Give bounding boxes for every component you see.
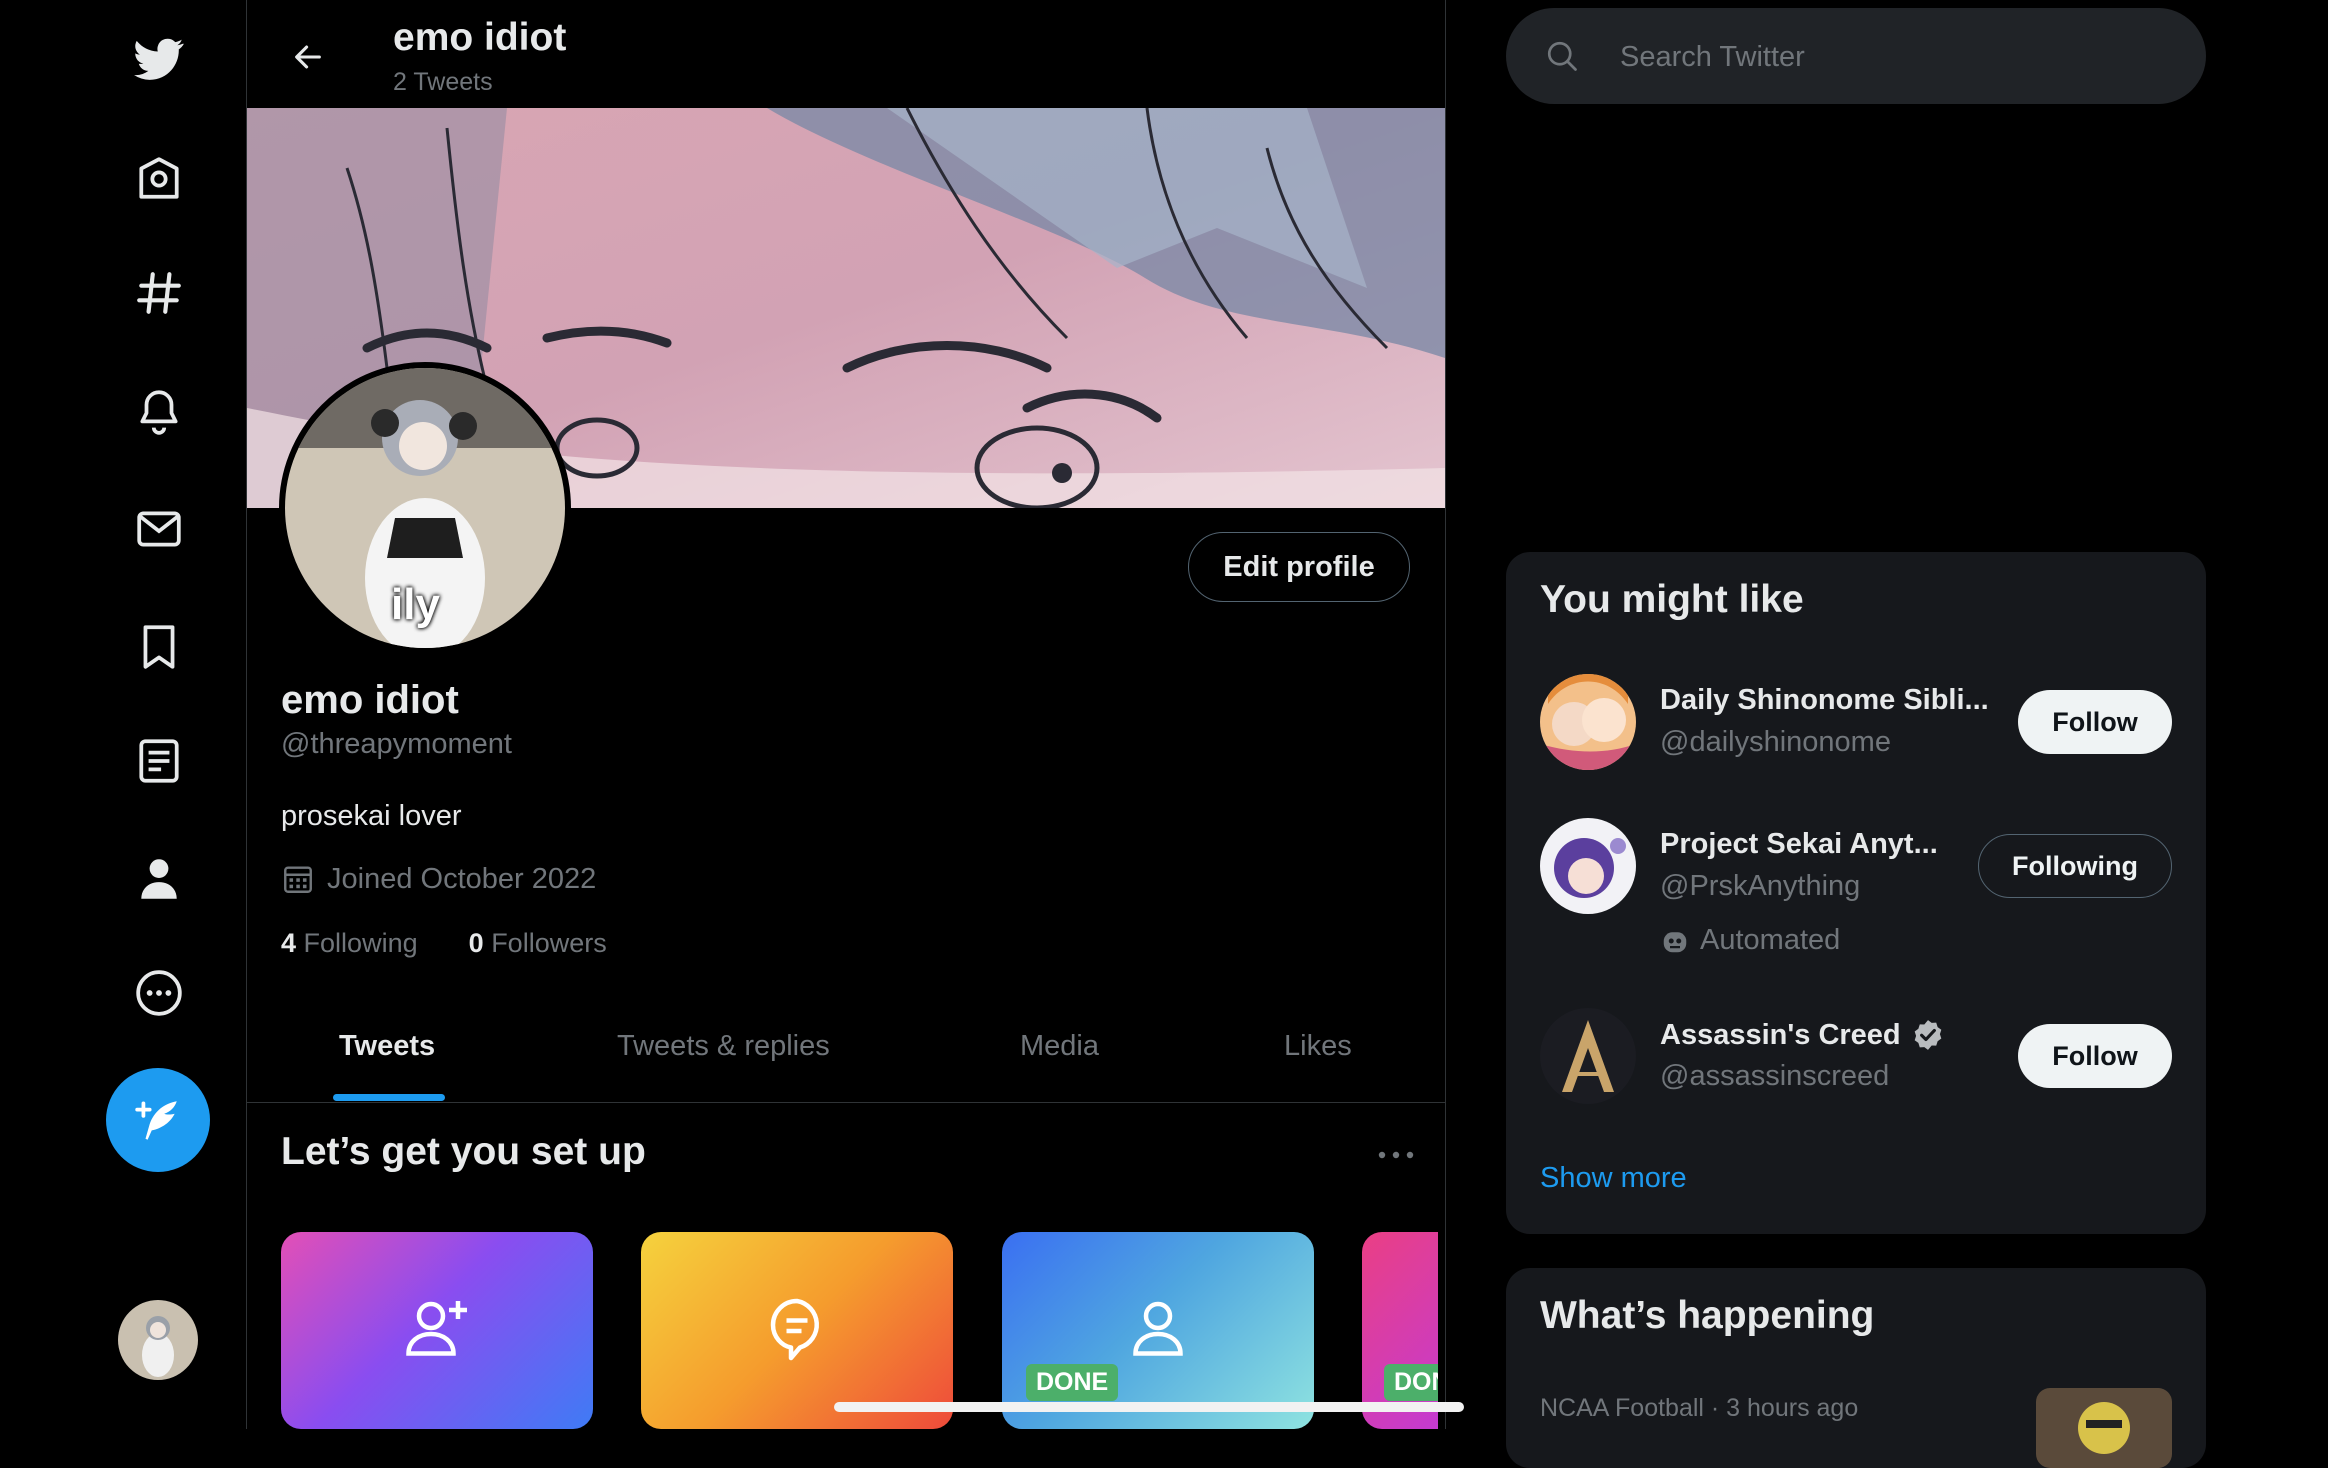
profile-handle: @threapymoment — [281, 728, 512, 760]
back-button[interactable] — [277, 28, 339, 86]
tab-tweets-and-replies[interactable]: Tweets & replies — [617, 1030, 830, 1063]
following-count: 4 — [281, 928, 297, 958]
profile-icon[interactable] — [118, 838, 200, 920]
setup-more-button[interactable] — [1373, 1140, 1419, 1170]
robot-icon — [1663, 931, 1687, 952]
profile-tabs: Tweets Tweets & replies Media Likes — [247, 1010, 1445, 1103]
back-arrow-icon — [295, 45, 321, 69]
followers-count: 0 — [468, 928, 484, 958]
whats-happening-title: What’s happening — [1540, 1294, 1875, 1337]
joined-date: Joined October 2022 — [281, 862, 596, 896]
profile-bio: prosekai lover — [281, 800, 462, 832]
chat-bubble-icon — [770, 1298, 819, 1361]
account-avatar — [1540, 674, 1636, 770]
who-to-follow-title: You might like — [1540, 578, 1804, 621]
home-icon[interactable] — [118, 138, 200, 220]
suggested-account[interactable]: Project Sekai Anyt... @PrskAnything Auto… — [1506, 818, 2206, 968]
setup-card-partial[interactable]: DONE — [1362, 1232, 1438, 1429]
compose-tweet-button[interactable] — [106, 1068, 210, 1172]
suggested-account[interactable]: Assassin's Creed @assassinscreed Follow — [1506, 1008, 2206, 1118]
active-tab-indicator — [333, 1094, 445, 1101]
home-indicator-bar — [834, 1402, 1464, 1412]
more-icon[interactable] — [118, 952, 200, 1034]
account-handle: @assassinscreed — [1660, 1060, 1890, 1092]
explore-icon[interactable] — [118, 252, 200, 334]
add-user-icon — [406, 1301, 467, 1356]
setup-card-follow[interactable] — [281, 1232, 593, 1429]
account-name: Assassin's Creed — [1660, 1018, 1901, 1051]
show-more-link[interactable]: Show more — [1540, 1162, 1687, 1195]
done-badge: DONE — [1026, 1364, 1119, 1401]
done-badge: DONE — [1384, 1364, 1438, 1401]
automated-label: Automated — [1660, 924, 1840, 957]
follow-button[interactable]: Follow — [2018, 1024, 2172, 1088]
followers-label: Followers — [491, 928, 607, 958]
profile-header-bar: emo idiot 2 Tweets — [247, 0, 1445, 108]
profile-avatar[interactable]: ily — [279, 362, 571, 654]
tab-tweets[interactable]: Tweets — [339, 1030, 435, 1063]
suggested-account[interactable]: Daily Shinonome Sibli... @dailyshinonome… — [1506, 674, 2206, 784]
feather-plus-icon — [135, 1101, 177, 1140]
messages-icon[interactable] — [118, 488, 200, 570]
following-label: Following — [303, 928, 418, 958]
joined-text: Joined October 2022 — [327, 862, 597, 895]
account-avatar[interactable] — [118, 1300, 198, 1380]
trend-meta[interactable]: NCAA Football · 3 hours ago — [1540, 1394, 1858, 1423]
search-input[interactable] — [1618, 8, 2182, 106]
header-tweet-count: 2 Tweets — [393, 68, 493, 96]
bookmarks-icon[interactable] — [118, 606, 200, 688]
header-display-name: emo idiot — [393, 16, 567, 59]
follow-button[interactable]: Follow — [2018, 690, 2172, 754]
account-avatar — [1540, 818, 1636, 914]
edit-profile-button[interactable]: Edit profile — [1188, 532, 1410, 602]
tab-media[interactable]: Media — [1020, 1030, 1099, 1063]
trend-thumbnail[interactable] — [2036, 1388, 2172, 1468]
search-icon — [1547, 41, 1577, 71]
account-name-row: Assassin's Creed — [1660, 1018, 1945, 1052]
setup-card-topics[interactable] — [641, 1232, 953, 1429]
calendar-icon — [284, 866, 312, 893]
left-navigation — [0, 0, 246, 1429]
verified-badge-icon — [1914, 1020, 1941, 1050]
account-handle: @PrskAnything — [1660, 870, 1861, 902]
account-handle: @dailyshinonome — [1660, 726, 1891, 758]
follow-stats: 4 Following 0 Followers — [281, 928, 607, 959]
following-button[interactable]: Following — [1978, 834, 2172, 898]
account-name: Daily Shinonome Sibli... — [1660, 684, 1989, 716]
search-bar[interactable] — [1506, 8, 2206, 106]
account-name: Project Sekai Anyt... — [1660, 828, 1938, 860]
more-horizontal-icon — [1378, 1151, 1414, 1159]
automated-text: Automated — [1700, 924, 1841, 956]
lists-icon[interactable] — [118, 720, 200, 802]
profile-column: emo idiot 2 Tweets ily Edit profile emo … — [246, 0, 1446, 1429]
setup-section-title: Let’s get you set up — [281, 1130, 646, 1173]
twitter-logo-icon[interactable] — [118, 18, 200, 100]
following-link[interactable]: 4 Following — [281, 928, 418, 958]
user-icon — [1133, 1301, 1183, 1356]
avatar-caption: ily — [391, 580, 440, 629]
tab-likes[interactable]: Likes — [1284, 1030, 1352, 1063]
who-to-follow-panel: You might like Daily Shinonome Sibli... … — [1506, 552, 2206, 1234]
whats-happening-panel: What’s happening NCAA Football · 3 hours… — [1506, 1268, 2206, 1468]
setup-card-profile[interactable]: DONE — [1002, 1232, 1314, 1429]
profile-display-name: emo idiot — [281, 678, 459, 722]
followers-link[interactable]: 0 Followers — [469, 928, 607, 958]
account-avatar — [1540, 1008, 1636, 1104]
notifications-icon[interactable] — [118, 370, 200, 452]
